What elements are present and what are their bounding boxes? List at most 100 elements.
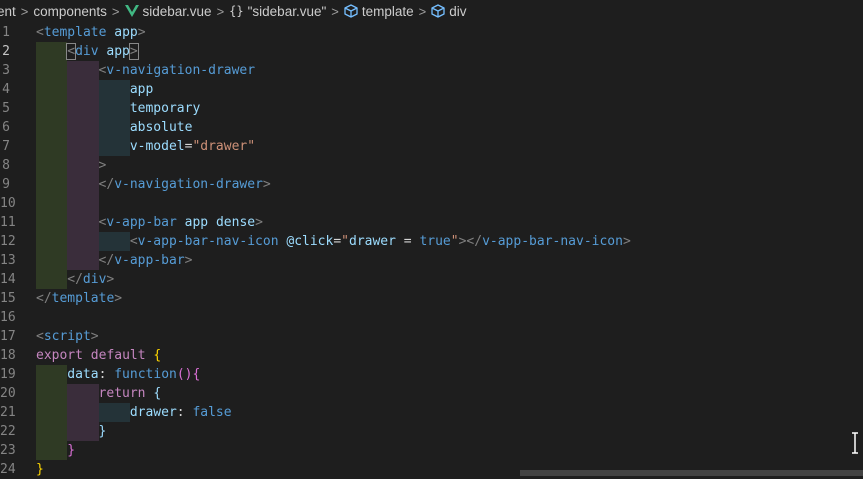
code-text: <v-app-bar-nav-icon @click="drawer = tru…	[130, 232, 631, 251]
indent-guide	[36, 365, 68, 384]
code-line[interactable]: 9 </v-navigation-drawer>	[0, 175, 863, 194]
code-token: "	[450, 234, 459, 249]
indent-guide	[67, 403, 99, 422]
code-line[interactable]: 3 <v-navigation-drawer	[0, 61, 863, 80]
indent-guide	[67, 175, 99, 194]
code-token: drawer	[129, 405, 177, 420]
code-text: v-model="drawer"	[130, 137, 255, 156]
code-token: true	[419, 234, 451, 249]
code-line[interactable]: 18 export default {	[0, 346, 863, 365]
text-cursor-icon	[852, 432, 858, 454]
code-token: return	[98, 386, 146, 401]
code-token: >	[90, 329, 99, 344]
indent-guide	[36, 403, 68, 422]
code-token: script	[43, 329, 91, 344]
code-token: >	[114, 291, 123, 306]
code-token: false	[192, 405, 232, 420]
line-number: 17	[0, 329, 16, 344]
code-token: app	[98, 44, 130, 59]
code-line[interactable]: 6 absolute	[0, 118, 863, 137]
code-text: }	[99, 422, 107, 441]
code-token: }	[36, 462, 44, 477]
code-line[interactable]: 5 temporary	[0, 99, 863, 118]
indent-guide	[36, 441, 68, 460]
horizontal-scrollbar[interactable]	[520, 470, 863, 476]
breadcrumb-separator: >	[331, 3, 339, 19]
code-line[interactable]: 12 <v-app-bar-nav-icon @click="drawer = t…	[0, 232, 863, 251]
code-token: div	[82, 272, 107, 287]
indent-guide	[98, 80, 130, 99]
code-line[interactable]: 15 </template>	[0, 289, 863, 308]
indent-guide	[36, 80, 68, 99]
indent-guide	[36, 61, 68, 80]
code-token: temporary	[129, 101, 201, 116]
indent-guide	[98, 137, 130, 156]
line-number: 15	[0, 291, 16, 306]
code-line[interactable]: 7 v-model="drawer"	[0, 137, 863, 156]
code-token: v-app-bar	[114, 253, 185, 268]
code-token: >	[98, 158, 107, 173]
code-token: v-app-bar-nav-icon	[137, 234, 279, 249]
breadcrumb-item[interactable]: ent	[0, 4, 16, 19]
line-number: 8	[2, 158, 10, 173]
code-token: }	[67, 443, 76, 458]
code-token: v-app-bar	[106, 215, 177, 230]
code-text: </template>	[36, 289, 122, 308]
code-line[interactable]: 10	[0, 194, 863, 213]
indent-guide	[98, 232, 130, 251]
line-number: 3	[2, 63, 10, 78]
indent-guide	[36, 137, 68, 156]
code-line[interactable]: 11 <v-app-bar app dense>	[0, 213, 863, 232]
breadcrumb-item[interactable]: div	[431, 4, 467, 19]
line-number: 10	[0, 196, 16, 211]
code-line[interactable]: 2 <div app>	[0, 42, 863, 61]
breadcrumb-item[interactable]: template	[344, 4, 414, 19]
breadcrumb-item[interactable]: sidebar.vue	[124, 4, 212, 19]
code-line[interactable]: 17 <script>	[0, 327, 863, 346]
indent-guide	[36, 213, 68, 232]
indent-guide	[36, 251, 68, 270]
code-editor[interactable]: 1 <template app> 2 <div app> 3 <v-navigation-…	[0, 22, 863, 479]
code-token: v-navigation-drawer	[106, 63, 256, 78]
code-token: v-navigation-drawer	[114, 177, 263, 192]
code-line[interactable]: 22}	[0, 422, 863, 441]
line-number: 16	[0, 310, 16, 325]
code-line[interactable]: 20 return {	[0, 384, 863, 403]
breadcrumb-item-label: components	[33, 3, 107, 19]
code-token: >	[137, 25, 146, 40]
code-line[interactable]: 14 </div>	[0, 270, 863, 289]
code-line[interactable]: 19 data: function(){	[0, 365, 863, 384]
code-line[interactable]: 23}	[0, 441, 863, 460]
code-text: >	[99, 156, 107, 175]
code-token: function	[114, 367, 177, 382]
indent-guide	[36, 232, 68, 251]
line-number: 11	[0, 215, 16, 230]
breadcrumb-item[interactable]: {} "sidebar.vue"	[229, 4, 326, 19]
code-line[interactable]: 21 drawer: false	[0, 403, 863, 422]
breadcrumb: ent > components > sidebar.vue >{} "sidebar.vu…	[0, 0, 863, 22]
code-text: <div app>	[66, 42, 139, 61]
code-text: return {	[99, 384, 162, 403]
code-text: }	[36, 460, 44, 479]
code-line[interactable]: 8 >	[0, 156, 863, 175]
code-token: div	[75, 44, 99, 59]
code-text: app	[130, 80, 153, 99]
breadcrumb-separator: >	[111, 3, 120, 19]
breadcrumb-item-label: ent	[0, 3, 16, 19]
code-text: export default {	[36, 346, 161, 365]
indent-guide	[98, 118, 130, 137]
code-token: >	[128, 43, 139, 60]
breadcrumb-item[interactable]: components	[33, 4, 107, 19]
code-token: "	[341, 234, 349, 249]
code-line[interactable]: 16	[0, 308, 863, 327]
code-token: :	[176, 405, 193, 420]
code-token: </	[98, 253, 115, 268]
code-line[interactable]: 1 <template app>	[0, 23, 863, 42]
code-token: <	[36, 329, 44, 344]
breadcrumb-item-label: "sidebar.vue"	[247, 3, 327, 19]
code-token: =	[395, 234, 420, 249]
line-number: 13	[0, 253, 16, 268]
code-line[interactable]: 4 app	[0, 80, 863, 99]
code-line[interactable]: 13 </v-app-bar>	[0, 251, 863, 270]
code-text: <v-app-bar app dense>	[99, 213, 263, 232]
